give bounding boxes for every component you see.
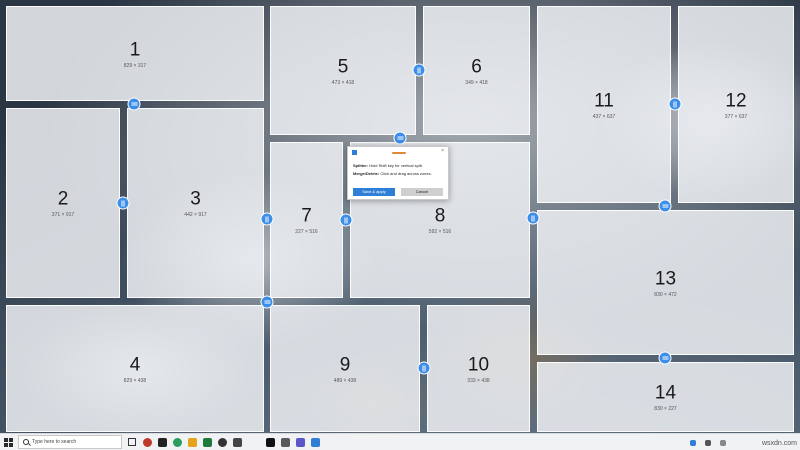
zone-dimensions: 489 × 438	[333, 377, 357, 384]
tray-icon[interactable]	[705, 440, 711, 446]
splitter-label: Splitter:	[353, 163, 369, 168]
zone-dimensions: 349 × 418	[465, 79, 488, 86]
zone-dimensions: 442 × 917	[184, 212, 207, 218]
splitter-instruction: Splitter: Hold Shift key for vertical sp…	[353, 163, 423, 168]
search-placeholder: Type here to search	[32, 439, 77, 445]
zone-dimensions: 830 × 227	[654, 406, 677, 412]
zone-dimensions: 333 × 438	[467, 377, 490, 384]
zone-5[interactable]: 5 473 × 418	[270, 6, 416, 135]
horizontal-splitter-handle-icon[interactable]	[393, 131, 407, 145]
title-accent	[392, 152, 406, 154]
zone-number: 2	[57, 188, 69, 210]
close-icon[interactable]: ×	[441, 148, 444, 154]
zone-number: 11	[594, 90, 614, 112]
zone-dimensions: 437 × 637	[592, 113, 616, 120]
zone-number: 13	[654, 268, 677, 290]
app-icon[interactable]	[218, 438, 227, 447]
zone-2[interactable]: 2 371 × 917	[6, 108, 120, 298]
zone-dimensions: 473 × 418	[331, 79, 355, 86]
zone-number: 8	[434, 205, 446, 227]
zone-dimensions: 829 × 317	[123, 62, 147, 69]
zone-dimensions: 377 × 637	[724, 113, 748, 120]
zone-dimensions: 592 × 516	[428, 229, 452, 235]
app-icon[interactable]	[203, 438, 212, 447]
task-view-icon[interactable]	[128, 438, 136, 446]
vertical-splitter-handle-icon[interactable]	[668, 97, 682, 111]
app-icon[interactable]	[158, 438, 167, 447]
merge-text: Click and drag across zones.	[380, 171, 432, 176]
tray-icon[interactable]	[720, 440, 726, 446]
vertical-splitter-handle-icon[interactable]	[260, 212, 274, 226]
zone-7[interactable]: 7 227 × 516	[270, 142, 343, 298]
horizontal-splitter-handle-icon[interactable]	[658, 199, 672, 213]
folder-icon[interactable]	[188, 438, 197, 447]
zone-10[interactable]: 10 333 × 438	[427, 305, 530, 432]
teams-icon[interactable]	[296, 438, 305, 447]
app-icon[interactable]	[266, 438, 275, 447]
horizontal-splitter-handle-icon[interactable]	[260, 295, 274, 309]
zone-1[interactable]: 1 829 × 317	[6, 6, 264, 101]
zone-number: 4	[129, 354, 141, 376]
zone-9[interactable]: 9 489 × 438	[270, 305, 420, 432]
zone-12[interactable]: 12 377 × 637	[678, 6, 794, 203]
taskbar: Type here to search	[0, 433, 800, 450]
zone-11[interactable]: 11 437 × 637	[537, 6, 671, 203]
zone-number: 14	[654, 382, 677, 404]
zone-dimensions: 371 × 917	[51, 212, 75, 218]
browser-icon[interactable]	[173, 438, 182, 447]
layout-editor-dialog: × Splitter: Hold Shift key for vertical …	[347, 146, 449, 200]
app-icon[interactable]	[281, 438, 290, 447]
splitter-text: Hold Shift key for vertical split.	[369, 163, 423, 168]
app-icon[interactable]	[311, 438, 320, 447]
app-icon[interactable]	[143, 438, 152, 447]
save-apply-button[interactable]: Save & apply	[353, 188, 395, 196]
vertical-splitter-handle-icon[interactable]	[417, 361, 431, 375]
cancel-button[interactable]: Cancel	[401, 188, 443, 196]
zone-dimensions: 227 × 516	[295, 229, 318, 235]
app-icon	[352, 150, 357, 155]
tray-icon[interactable]	[690, 440, 696, 446]
zone-number: 5	[337, 56, 349, 78]
zone-number: 9	[339, 354, 351, 376]
windows-logo-icon[interactable]	[4, 438, 13, 447]
zone-13[interactable]: 13 830 × 472	[537, 210, 794, 355]
vertical-splitter-handle-icon[interactable]	[339, 213, 353, 227]
zone-dimensions: 829 × 438	[123, 377, 147, 384]
search-box[interactable]: Type here to search	[18, 435, 122, 449]
horizontal-splitter-handle-icon[interactable]	[658, 351, 672, 365]
desktop-wallpaper: 1 829 × 317 2 371 × 917 3 442 × 917 4 82…	[0, 0, 800, 433]
vertical-splitter-handle-icon[interactable]	[116, 196, 130, 210]
vertical-splitter-handle-icon[interactable]	[526, 211, 540, 225]
vertical-splitter-handle-icon[interactable]	[412, 63, 426, 77]
search-icon	[23, 439, 29, 445]
merge-label: Merge/Delete:	[353, 171, 380, 176]
zone-number: 1	[129, 39, 141, 61]
zone-number: 7	[301, 205, 312, 227]
zone-14[interactable]: 14 830 × 227	[537, 362, 794, 432]
zone-number: 12	[725, 90, 747, 112]
zone-3[interactable]: 3 442 × 917	[127, 108, 264, 298]
zone-6[interactable]: 6 349 × 418	[423, 6, 530, 135]
app-icon[interactable]	[233, 438, 242, 447]
zone-number: 6	[471, 56, 482, 78]
zone-dimensions: 830 × 472	[654, 291, 677, 298]
zone-number: 3	[190, 188, 201, 210]
watermark: wsxdn.com	[761, 440, 797, 447]
horizontal-splitter-handle-icon[interactable]	[127, 97, 141, 111]
merge-instruction: Merge/Delete: Click and drag across zone…	[353, 171, 432, 176]
zone-number: 10	[467, 354, 490, 376]
zone-4[interactable]: 4 829 × 438	[6, 305, 264, 432]
